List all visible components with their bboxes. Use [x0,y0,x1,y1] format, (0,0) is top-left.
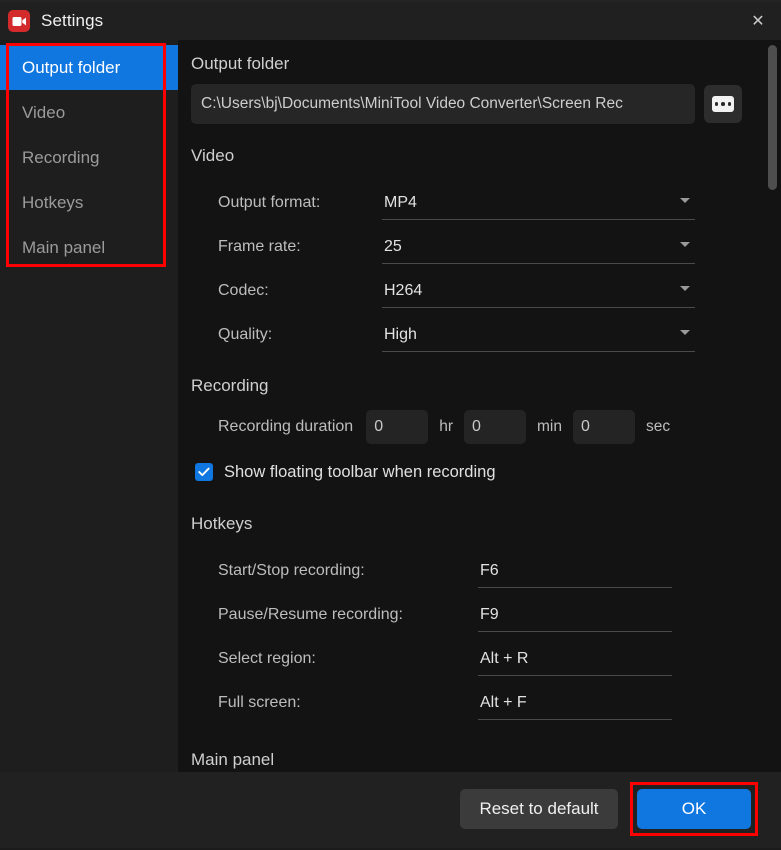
output-format-select[interactable]: MP4 [382,187,695,220]
section-title-main-panel: Main panel [191,750,275,769]
section-title-video: Video [191,146,235,165]
settings-scroll-area: Output folder C:\Users\bj\Documents\Mini… [178,40,781,772]
reset-to-default-button[interactable]: Reset to default [460,789,618,829]
section-title-hotkeys: Hotkeys [191,514,253,533]
setting-row-frame-rate: Frame rate: 25 [191,220,781,264]
output-folder-row: C:\Users\bj\Documents\MiniTool Video Con… [191,84,781,124]
dialog-body: Output folder Video Recording Hotkeys Ma… [0,40,781,772]
select-value: H264 [384,282,423,299]
recording-duration-row: Recording duration 0 hr 0 min 0 sec [191,406,781,448]
hotkey-value: Alt + F [480,694,527,711]
hotkey-label: Full screen: [218,694,301,711]
duration-minutes-unit: min [537,418,562,435]
hotkey-row-pause-resume: Pause/Resume recording: F9 [191,588,781,632]
quality-select[interactable]: High [382,319,695,352]
chevron-down-icon [680,330,690,335]
setting-label: Codec: [218,282,269,299]
ok-button[interactable]: OK [637,789,751,829]
sidebar-item-label: Hotkeys [22,192,84,212]
section-recording: Recording Recording duration 0 hr 0 min … [191,376,781,486]
hotkey-label: Pause/Resume recording: [218,606,403,623]
settings-dialog: Settings ✕ Output folder Video Recording… [0,2,781,848]
sidebar-item-video[interactable]: Video [0,90,178,135]
chevron-down-icon [680,286,690,291]
sidebar-item-label: Video [22,102,66,122]
close-icon[interactable]: ✕ [735,2,781,40]
output-folder-path-input[interactable]: C:\Users\bj\Documents\MiniTool Video Con… [191,84,695,124]
hotkey-select-region-input[interactable]: Alt + R [478,643,672,676]
sidebar-item-recording[interactable]: Recording [0,135,178,180]
scrollbar-thumb[interactable] [768,45,777,190]
dialog-footer: Reset to default OK [0,772,781,848]
duration-hours-unit: hr [439,418,453,435]
hotkey-value: F9 [480,606,499,623]
sidebar-item-output-folder[interactable]: Output folder [0,45,178,90]
settings-content-panel: Output folder C:\Users\bj\Documents\Mini… [178,40,781,772]
duration-seconds-unit: sec [645,418,671,435]
window-title: Settings [41,11,104,30]
hotkey-row-select-region: Select region: Alt + R [191,632,781,676]
sidebar-item-main-panel[interactable]: Main panel [0,225,178,270]
select-value: MP4 [384,194,417,211]
hotkey-value: F6 [480,562,499,579]
recording-duration-label: Recording duration [218,418,354,435]
setting-row-quality: Quality: High [191,308,781,352]
floating-toolbar-checkbox[interactable] [195,463,213,481]
hotkey-label: Start/Stop recording: [218,562,365,579]
setting-label: Output format: [218,194,321,211]
select-value: High [384,326,417,343]
duration-hours-input[interactable]: 0 [366,410,429,444]
hotkey-pause-resume-input[interactable]: F9 [478,599,672,632]
sidebar-item-label: Main panel [22,237,106,257]
sidebar-item-label: Recording [22,147,100,167]
hotkey-value: Alt + R [480,650,529,667]
setting-label: Frame rate: [218,238,301,255]
setting-label: Quality: [218,326,273,343]
hotkey-row-start-stop: Start/Stop recording: F6 [191,544,781,588]
browse-folder-button[interactable] [704,85,742,123]
section-title-output-folder: Output folder [191,54,290,73]
duration-minutes-input[interactable]: 0 [464,410,526,444]
sidebar: Output folder Video Recording Hotkeys Ma… [0,40,178,772]
hotkey-full-screen-input[interactable]: Alt + F [478,687,672,720]
video-settings-rows: Output format: MP4 Frame rate: 25 Codec:… [191,176,781,352]
frame-rate-select[interactable]: 25 [382,231,695,264]
setting-row-codec: Codec: H264 [191,264,781,308]
duration-seconds-input[interactable]: 0 [572,410,635,444]
sidebar-item-hotkeys[interactable]: Hotkeys [0,180,178,225]
select-value: 25 [384,238,402,255]
hotkey-rows: Start/Stop recording: F6 Pause/Resume re… [191,544,781,720]
hotkey-start-stop-input[interactable]: F6 [478,555,672,588]
section-video: Video Output format: MP4 Frame rate: 25 … [191,146,781,352]
section-title-recording: Recording [191,376,269,395]
section-hotkeys: Hotkeys Start/Stop recording: F6 Pause/R… [191,514,781,720]
title-bar: Settings ✕ [0,2,781,40]
chevron-down-icon [680,242,690,247]
floating-toolbar-row[interactable]: Show floating toolbar when recording [191,458,781,486]
ellipsis-icon [712,96,734,112]
chevron-down-icon [680,198,690,203]
content-scrollbar[interactable] [768,40,777,772]
codec-select[interactable]: H264 [382,275,695,308]
sidebar-item-label: Output folder [22,57,121,77]
hotkey-label: Select region: [218,650,316,667]
setting-row-output-format: Output format: MP4 [191,176,781,220]
video-camera-icon [8,10,30,32]
floating-toolbar-label: Show floating toolbar when recording [224,462,496,481]
hotkey-row-full-screen: Full screen: Alt + F [191,676,781,720]
section-main-panel: Main panel [191,750,781,770]
